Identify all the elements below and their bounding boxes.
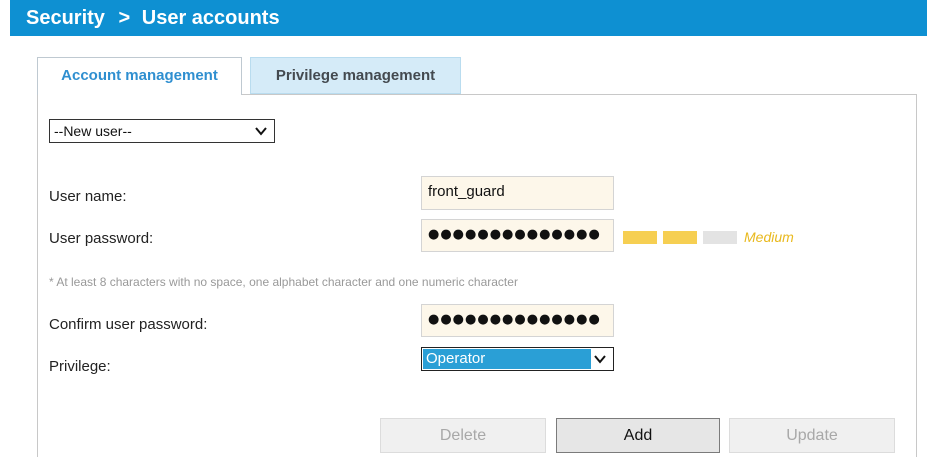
username-label: User name: (49, 188, 127, 205)
confirm-password-label: Confirm user password: (49, 316, 208, 333)
chevron-down-icon (255, 127, 267, 136)
password-label: User password: (49, 230, 154, 247)
tab-privilege-management[interactable]: Privilege management (250, 57, 461, 94)
update-button[interactable]: Update (729, 418, 895, 453)
breadcrumb-separator: > (118, 7, 131, 29)
page-title-bar: Security > User accounts (10, 0, 927, 36)
password-strength-bar-1 (623, 231, 657, 244)
privilege-select-dropdown[interactable]: Operator (421, 347, 614, 371)
username-field[interactable]: front_guard (421, 176, 614, 210)
password-field[interactable]: ●●●●●●●●●●●●●● (421, 219, 614, 252)
tab-label: Privilege management (275, 67, 436, 84)
privilege-label: Privilege: (49, 358, 111, 375)
confirm-password-field[interactable]: ●●●●●●●●●●●●●● (421, 304, 614, 337)
user-select-value: --New user-- (54, 123, 132, 139)
password-strength-bar-2 (663, 231, 697, 244)
privilege-select-value: Operator (423, 349, 591, 369)
tab-label: Account management (61, 67, 218, 84)
breadcrumb-page: User accounts (141, 7, 280, 29)
user-select-dropdown[interactable]: --New user-- (49, 119, 275, 143)
password-hint: * At least 8 characters with no space, o… (49, 275, 518, 289)
add-button[interactable]: Add (556, 418, 720, 453)
tab-account-management[interactable]: Account management (37, 57, 242, 95)
breadcrumb-section: Security (26, 7, 105, 29)
delete-button[interactable]: Delete (380, 418, 546, 453)
password-strength-label: Medium (744, 229, 794, 245)
password-strength-bar-3 (703, 231, 737, 244)
chevron-down-icon (594, 355, 606, 364)
